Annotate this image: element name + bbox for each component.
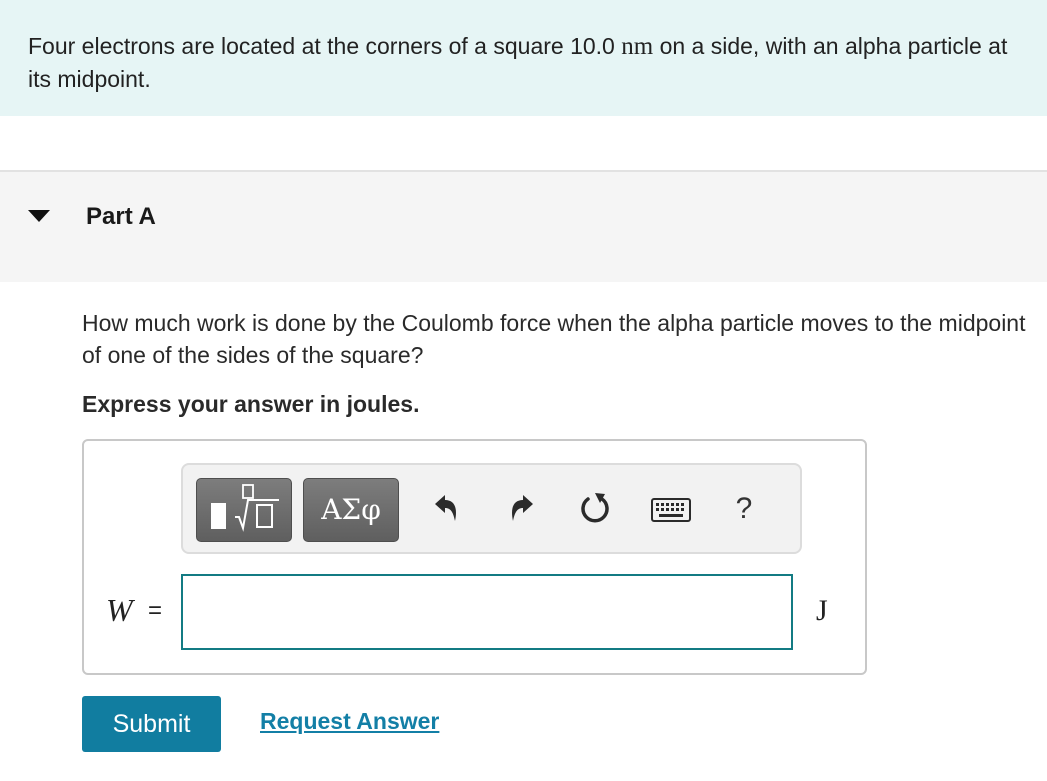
reset-icon[interactable]	[575, 489, 615, 529]
help-icon[interactable]: ?	[729, 487, 759, 531]
part-a-header[interactable]: Part A	[0, 170, 1047, 282]
templates-icon	[211, 484, 279, 532]
greek-letters-button[interactable]: ΑΣφ	[303, 478, 399, 542]
keyboard-icon[interactable]	[649, 489, 693, 529]
redo-icon[interactable]	[503, 489, 543, 529]
request-answer-link[interactable]: Request Answer	[260, 708, 439, 735]
submit-button[interactable]: Submit	[82, 696, 221, 752]
undo-icon[interactable]	[425, 489, 465, 529]
question-text: How much work is done by the Coulomb for…	[82, 310, 1026, 368]
answer-instruction: Express your answer in joules.	[82, 391, 420, 417]
equals-sign: =	[148, 597, 163, 624]
problem-unit: nm	[621, 33, 654, 60]
unit-label: J	[816, 594, 828, 627]
problem-statement: Four electrons are located at the corner…	[0, 0, 1047, 116]
part-title: Part A	[86, 203, 156, 230]
answer-box: ΑΣφ ? W = J	[82, 439, 867, 675]
answer-input[interactable]	[181, 574, 793, 650]
math-toolbar: ΑΣφ ?	[181, 463, 802, 554]
templates-button[interactable]	[196, 478, 292, 542]
collapse-caret-icon[interactable]	[28, 210, 50, 222]
variable-label: W	[106, 592, 133, 628]
problem-text-start: Four electrons are located at the corner…	[28, 33, 622, 59]
